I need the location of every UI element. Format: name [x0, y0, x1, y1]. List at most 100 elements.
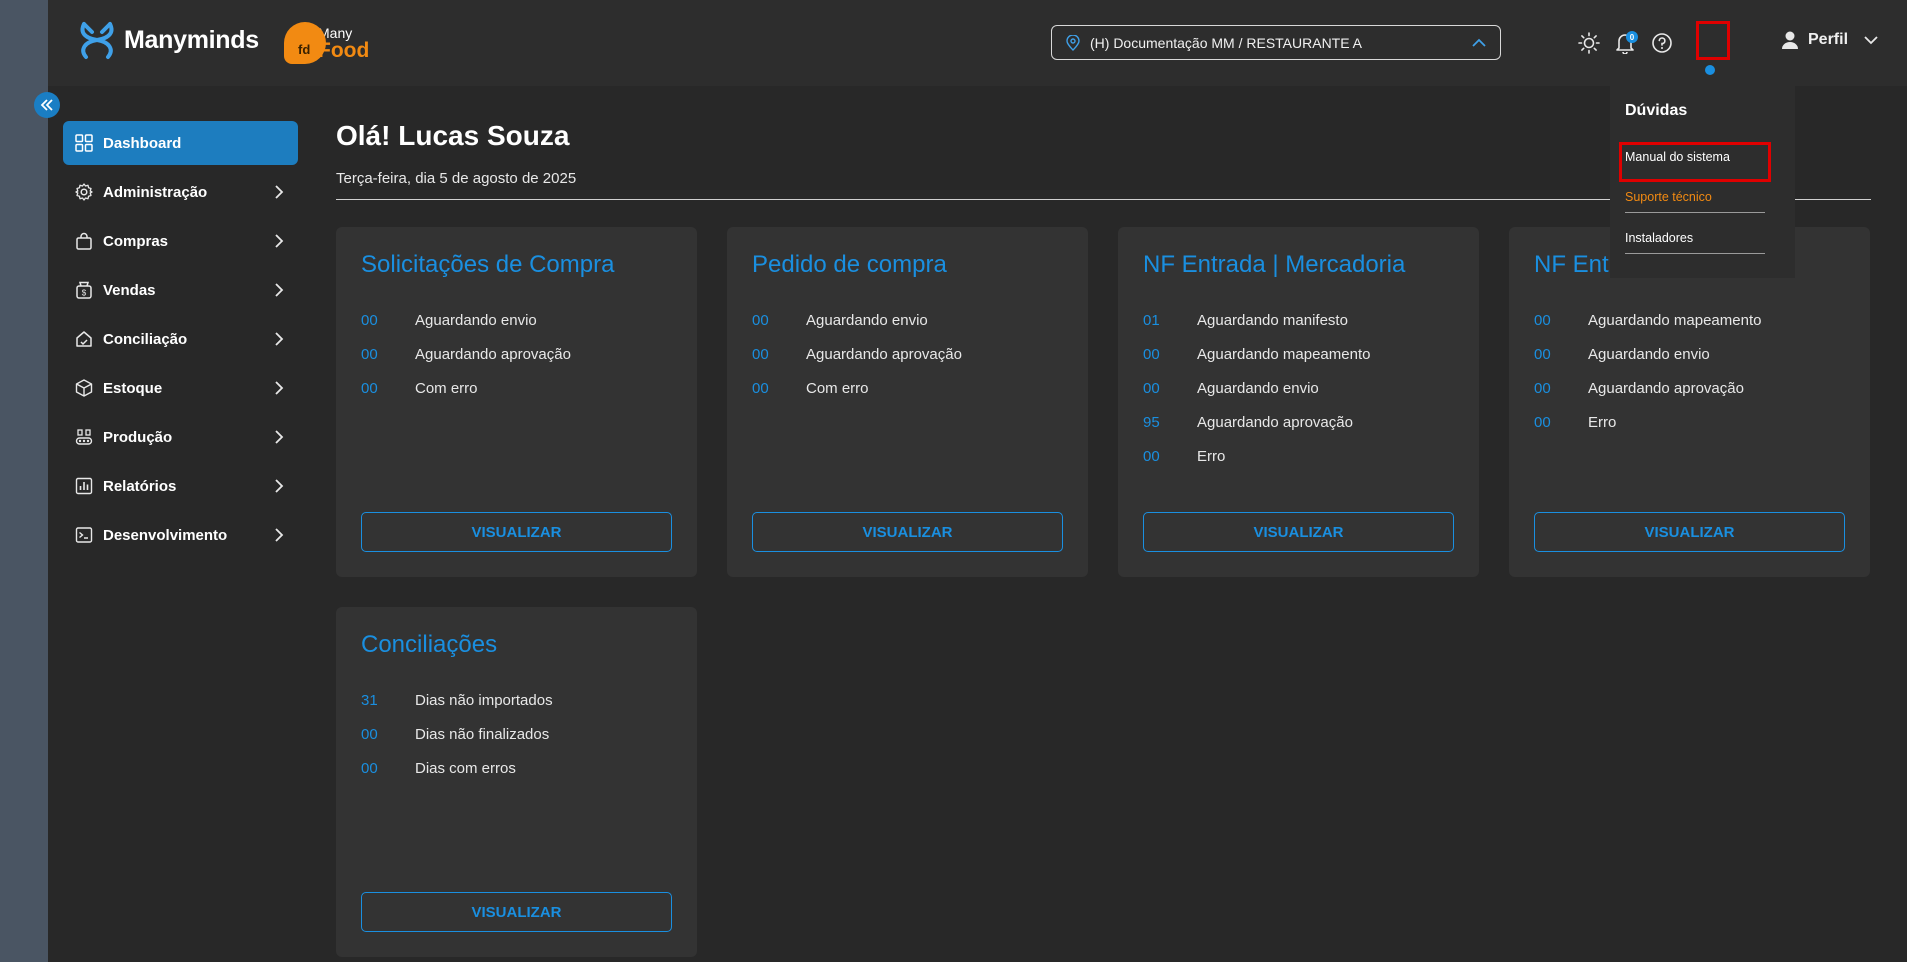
location-select[interactable]: (H) Documentação MM / RESTAURANTE A: [1051, 25, 1501, 60]
money-bag-icon: $: [75, 281, 93, 299]
reconciliation-icon: [75, 330, 93, 348]
card-row: 00 Aguardando aprovação: [752, 337, 1063, 371]
row-label: Erro: [1588, 413, 1617, 431]
row-label: Aguardando envio: [1588, 345, 1710, 363]
sidebar-item-label: Compras: [103, 232, 169, 250]
help-button[interactable]: [1649, 30, 1675, 56]
row-label: Aguardando envio: [806, 311, 928, 329]
row-count: 00: [1143, 345, 1160, 363]
card-row: 00 Aguardando mapeamento: [1534, 303, 1845, 337]
row-count: 00: [1534, 379, 1551, 397]
location-value: (H) Documentação MM / RESTAURANTE A: [1090, 34, 1363, 51]
row-count: 00: [1534, 311, 1551, 329]
card-row: 00 Com erro: [752, 371, 1063, 405]
sidebar-item-label: Estoque: [103, 379, 163, 397]
row-count: 00: [1534, 345, 1551, 363]
row-count: 00: [752, 345, 769, 363]
sidebar-item-estoque[interactable]: Estoque: [63, 366, 298, 410]
card-row: 00 Dias não finalizados: [361, 717, 672, 751]
notification-count-badge: 0: [1626, 31, 1638, 43]
card-row: 00 Aguardando aprovação: [361, 337, 672, 371]
row-count: 31: [361, 691, 378, 709]
food-logo-top: Many: [318, 24, 353, 41]
manyminds-logo-icon: [80, 22, 114, 59]
location-pin-icon: [1066, 34, 1080, 51]
help-dropdown: Dúvidas Manual do sistema Suporte técnic…: [1610, 86, 1795, 278]
chevron-right-icon: [272, 332, 286, 346]
theme-toggle-button[interactable]: [1576, 30, 1602, 56]
menu-item-instaladores[interactable]: Instaladores: [1625, 223, 1765, 254]
chevron-right-icon: [272, 185, 286, 199]
row-count: 00: [1534, 413, 1551, 431]
sidebar-item-label: Desenvolvimento: [103, 526, 228, 544]
profile-label: Perfil: [1808, 31, 1849, 48]
sidebar-item-desenvolvimento[interactable]: Desenvolvimento: [63, 513, 298, 557]
sidebar-item-administracao[interactable]: Administração: [63, 170, 298, 214]
menu-item-suporte-tecnico[interactable]: Suporte técnico: [1625, 182, 1765, 213]
brand-name: Manyminds: [124, 25, 259, 54]
double-chevron-left-icon: [40, 99, 53, 111]
chevron-right-icon: [272, 430, 286, 444]
card-row: 00 Dias com erros: [361, 751, 672, 785]
card-row: 95 Aguardando aprovação: [1143, 405, 1454, 439]
card-pedido-compra: Pedido de compra 00 Aguardando envio 00 Ag…: [727, 227, 1088, 577]
sidebar-item-producao[interactable]: Produção: [63, 415, 298, 459]
chevron-right-icon: [272, 479, 286, 493]
card-row: 00 Aguardando envio: [361, 303, 672, 337]
card-row: 00 Aguardando envio: [1534, 337, 1845, 371]
sidebar-item-label: Relatórios: [103, 477, 177, 495]
row-label: Aguardando aprovação: [806, 345, 962, 363]
sidebar-item-label: Produção: [103, 428, 173, 446]
card-row: 00 Aguardando envio: [1143, 371, 1454, 405]
visualizar-button[interactable]: VISUALIZAR: [361, 512, 672, 552]
chart-icon: [75, 477, 93, 495]
sidebar: Dashboard Administração Compras $ Vendas…: [63, 121, 298, 562]
sidebar-item-label: Vendas: [103, 281, 156, 299]
sidebar-item-compras[interactable]: Compras: [63, 219, 298, 263]
collapse-sidebar-button[interactable]: [34, 92, 60, 118]
sidebar-item-conciliacao[interactable]: Conciliação: [63, 317, 298, 361]
sidebar-item-label: Conciliação: [103, 330, 188, 348]
card-title: NF Entrada | Mercadoria: [1143, 251, 1406, 278]
row-label: Erro: [1197, 447, 1226, 465]
manyminds-logo[interactable]: Manyminds: [78, 20, 259, 60]
shopping-bag-icon: [75, 232, 93, 250]
sidebar-item-label: Dashboard: [103, 134, 182, 152]
sidebar-item-vendas[interactable]: $ Vendas: [63, 268, 298, 312]
visualizar-button[interactable]: VISUALIZAR: [1143, 512, 1454, 552]
notifications-button[interactable]: 0: [1612, 30, 1638, 56]
row-label: Dias não finalizados: [415, 725, 550, 743]
card-conciliacoes: Conciliações 31 Dias não importados 00 Dia…: [336, 607, 697, 957]
card-row: 00 Aguardando mapeamento: [1143, 337, 1454, 371]
row-label: Aguardando aprovação: [415, 345, 571, 363]
row-label: Dias não importados: [415, 691, 553, 709]
menu-item-manual-do-sistema[interactable]: Manual do sistema: [1625, 142, 1765, 172]
gear-icon: [75, 183, 93, 201]
row-count: 00: [361, 345, 378, 363]
row-label: Aguardando mapeamento: [1588, 311, 1762, 329]
row-label: Com erro: [806, 379, 869, 397]
row-label: Aguardando envio: [415, 311, 537, 329]
help-dropdown-title: Dúvidas: [1625, 102, 1688, 119]
card-title: Conciliações: [361, 631, 498, 658]
row-count: 00: [361, 759, 378, 777]
row-count: 00: [752, 311, 769, 329]
terminal-icon: [75, 526, 93, 544]
card-row: 31 Dias não importados: [361, 683, 672, 717]
manyfood-logo: fd Many Food: [284, 22, 369, 64]
chevron-right-icon: [272, 528, 286, 542]
visualizar-button[interactable]: VISUALIZAR: [752, 512, 1063, 552]
card-row: 01 Aguardando manifesto: [1143, 303, 1454, 337]
card-row: 00 Aguardando aprovação: [1534, 371, 1845, 405]
row-count: 95: [1143, 413, 1160, 431]
visualizar-button[interactable]: VISUALIZAR: [1534, 512, 1845, 552]
sidebar-item-dashboard[interactable]: Dashboard: [63, 121, 298, 165]
profile-menu[interactable]: Perfil: [1780, 30, 1878, 50]
card-row: 00 Erro: [1143, 439, 1454, 473]
row-label: Com erro: [415, 379, 478, 397]
row-label: Dias com erros: [415, 759, 516, 777]
visualizar-button[interactable]: VISUALIZAR: [361, 892, 672, 932]
question-circle-icon: [1652, 33, 1672, 53]
sidebar-item-relatorios[interactable]: Relatórios: [63, 464, 298, 508]
help-active-indicator: [1705, 65, 1715, 75]
